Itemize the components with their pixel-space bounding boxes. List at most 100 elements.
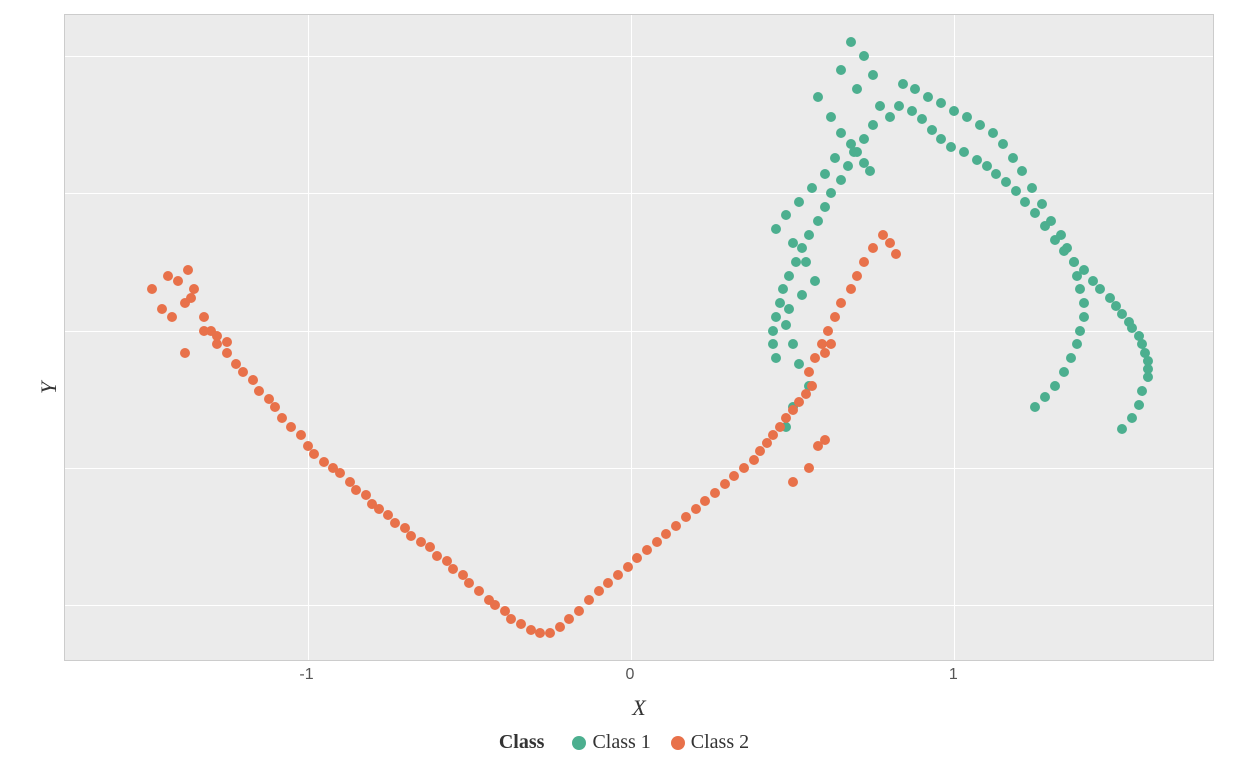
data-point [526, 625, 536, 635]
data-point [296, 430, 306, 440]
data-point [907, 106, 917, 116]
grid-line-v [308, 15, 309, 660]
data-point [749, 455, 759, 465]
data-point [212, 331, 222, 341]
data-point [836, 298, 846, 308]
data-point [564, 614, 574, 624]
grid-line-h [65, 56, 1213, 57]
data-point [801, 389, 811, 399]
data-point [836, 128, 846, 138]
data-point [448, 564, 458, 574]
data-point [199, 312, 209, 322]
data-point [1137, 386, 1147, 396]
data-point [797, 290, 807, 300]
data-point [1046, 216, 1056, 226]
data-point [1117, 424, 1127, 434]
data-point [1050, 381, 1060, 391]
plot-panel: -1.0-0.50.00.51.0 [64, 14, 1214, 661]
data-point [545, 628, 555, 638]
data-point [1134, 400, 1144, 410]
data-point [797, 243, 807, 253]
data-point [868, 70, 878, 80]
data-point [843, 161, 853, 171]
x-ticks: -101 [64, 661, 1214, 691]
data-point [691, 504, 701, 514]
data-point [781, 413, 791, 423]
data-point [826, 188, 836, 198]
data-point [222, 337, 232, 347]
legend-dot-class1 [572, 736, 586, 750]
data-point [813, 92, 823, 102]
data-point [535, 628, 545, 638]
data-point [894, 101, 904, 111]
data-point [755, 446, 765, 456]
data-point [991, 169, 1001, 179]
data-point [781, 320, 791, 330]
data-point [804, 230, 814, 240]
data-point [183, 265, 193, 275]
data-point [374, 504, 384, 514]
data-point [810, 276, 820, 286]
data-point [820, 435, 830, 445]
data-point [788, 339, 798, 349]
x-axis-label: X [632, 695, 645, 721]
data-point [788, 477, 798, 487]
data-point [875, 101, 885, 111]
data-point [975, 120, 985, 130]
data-point [784, 304, 794, 314]
data-point [810, 353, 820, 363]
data-point [574, 606, 584, 616]
data-point [982, 161, 992, 171]
data-point [555, 622, 565, 632]
data-point [1143, 372, 1153, 382]
data-point [506, 614, 516, 624]
data-point [254, 386, 264, 396]
data-point [613, 570, 623, 580]
data-point [186, 293, 196, 303]
data-point [180, 348, 190, 358]
legend-label-class1: Class 1 [592, 731, 650, 754]
data-point [817, 339, 827, 349]
data-point [1072, 271, 1082, 281]
data-point [868, 243, 878, 253]
data-point [248, 375, 258, 385]
data-point [794, 397, 804, 407]
data-point [836, 65, 846, 75]
data-point [923, 92, 933, 102]
data-point [406, 531, 416, 541]
data-point [791, 257, 801, 267]
data-point [1020, 197, 1030, 207]
data-point [1017, 166, 1027, 176]
legend: Class Class 1 Class 2 [499, 731, 749, 754]
chart-area: Y -1.0-0.50.00.51.0 -101 X [34, 14, 1214, 721]
data-point [1069, 257, 1079, 267]
data-point [878, 230, 888, 240]
data-point [739, 463, 749, 473]
data-point [1040, 392, 1050, 402]
data-point [807, 381, 817, 391]
data-point [807, 183, 817, 193]
legend-dot-class2 [671, 736, 685, 750]
data-point [962, 112, 972, 122]
data-point [319, 457, 329, 467]
data-point [936, 134, 946, 144]
data-point [623, 562, 633, 572]
data-point [784, 271, 794, 281]
data-point [794, 359, 804, 369]
data-point [286, 422, 296, 432]
data-point [768, 430, 778, 440]
data-point [959, 147, 969, 157]
data-point [173, 276, 183, 286]
data-point [788, 405, 798, 415]
data-point [917, 114, 927, 124]
legend-title: Class [499, 731, 545, 754]
data-point [762, 438, 772, 448]
data-point [474, 586, 484, 596]
data-point [826, 112, 836, 122]
data-point [859, 134, 869, 144]
data-point [771, 312, 781, 322]
data-point [820, 169, 830, 179]
data-point [826, 339, 836, 349]
data-point [661, 529, 671, 539]
data-point [642, 545, 652, 555]
